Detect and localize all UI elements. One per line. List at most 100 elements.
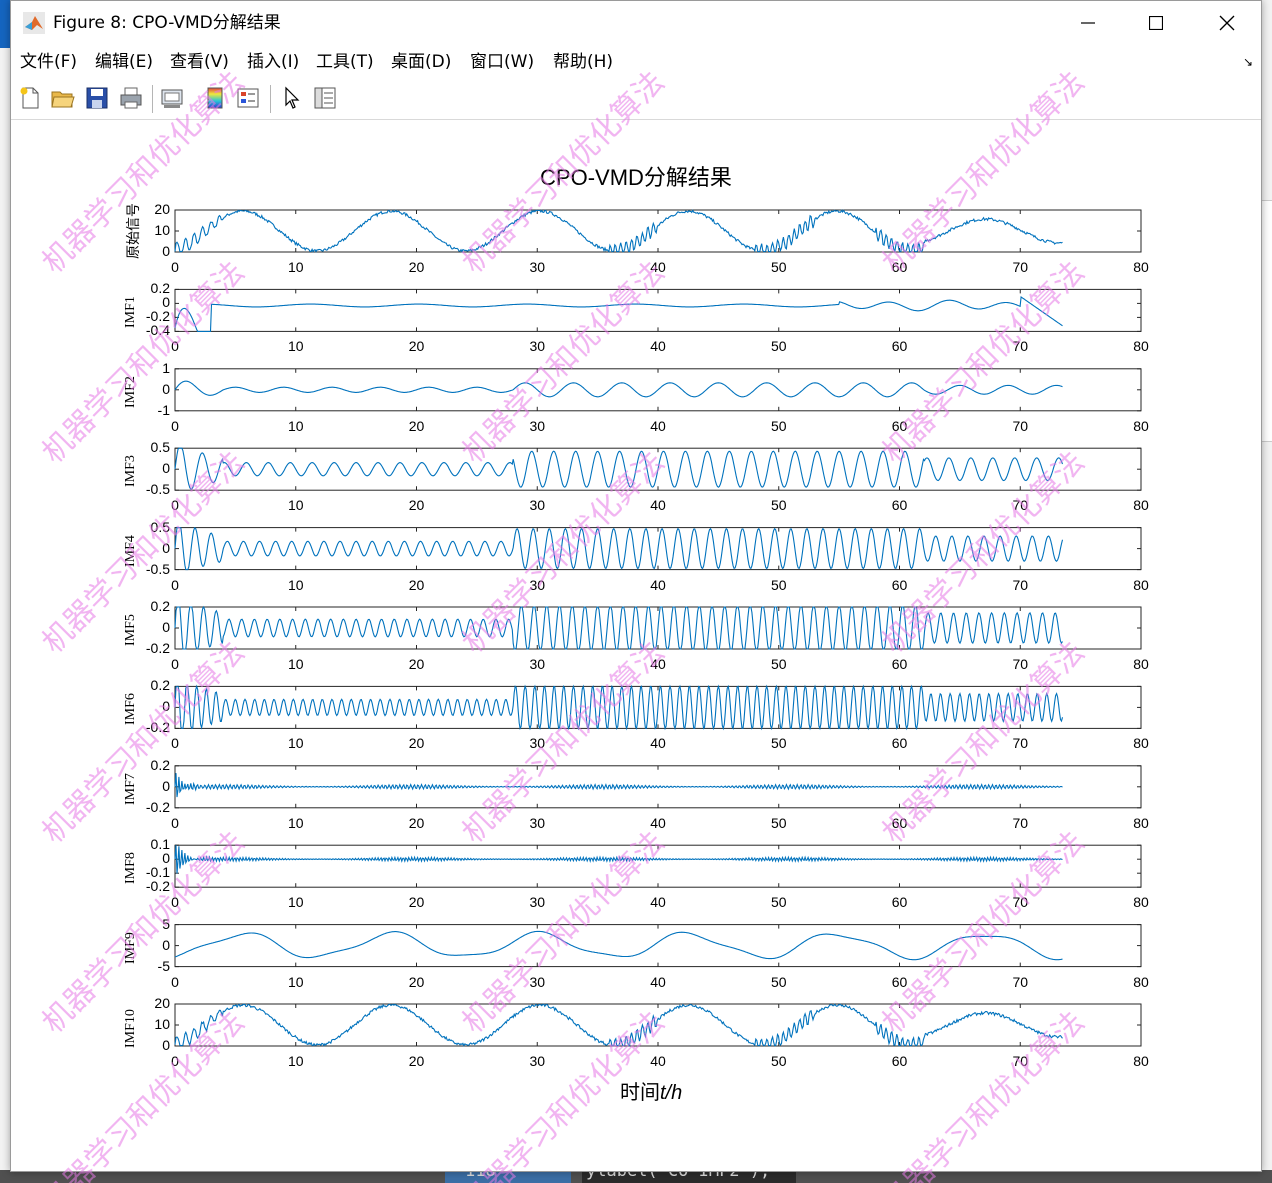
menu-bar: 文件(F) 编辑(E) 查看(V) 插入(I) 工具(T) 桌面(D) 窗口(W… — [11, 45, 1261, 79]
y-axis-label: IMF9 — [123, 931, 138, 964]
insert-colorbar-icon[interactable] — [202, 85, 228, 111]
x-tick-label: 30 — [529, 656, 546, 672]
x-tick-label: 40 — [650, 1053, 666, 1069]
x-tick-label: 10 — [287, 417, 304, 434]
open-file-icon[interactable] — [50, 85, 76, 111]
insert-legend-icon[interactable] — [235, 85, 261, 111]
x-tick-label: 40 — [650, 973, 666, 990]
link-plot-icon[interactable] — [159, 85, 185, 111]
x-tick-label: 0 — [171, 735, 179, 752]
figure-canvas[interactable]: CPO-VMD分解结果 0 10 20 30 40 50 60 70 80 20 10 0 原始信号 0 1… — [11, 120, 1261, 1171]
y-axis-label: IMF6 — [123, 693, 138, 726]
x-tick-label: 40 — [650, 417, 666, 434]
x-tick-label: 0 — [171, 973, 179, 990]
x-tick-label: 80 — [1133, 417, 1149, 434]
subplot-9[interactable] — [174, 844, 1142, 888]
x-tick-label: 60 — [891, 656, 908, 672]
x-tick-label: 80 — [1133, 259, 1149, 275]
new-figure-icon[interactable] — [17, 85, 43, 111]
x-tick-label: 10 — [287, 973, 304, 990]
x-tick-label: 30 — [529, 417, 546, 434]
menu-tools[interactable]: 工具(T) — [316, 45, 374, 79]
x-tick-label: 20 — [408, 338, 425, 355]
subplot-8[interactable] — [174, 765, 1142, 809]
window-title: Figure 8: CPO-VMD分解结果 — [53, 13, 281, 33]
print-icon[interactable] — [118, 85, 144, 111]
axes-box — [174, 209, 1142, 253]
x-tick-label: 30 — [529, 894, 546, 911]
subplot-1[interactable] — [174, 209, 1142, 253]
x-tick-label: 50 — [770, 417, 787, 434]
property-inspector-icon[interactable] — [312, 85, 338, 111]
x-tick-label: 80 — [1133, 1053, 1149, 1069]
x-tick-label: 20 — [408, 417, 425, 434]
x-tick-label: 0 — [171, 814, 179, 831]
y-tick-label: 5 — [162, 915, 170, 932]
x-tick-label: 50 — [770, 656, 787, 672]
x-tick-label: 80 — [1133, 656, 1149, 672]
background-panel-left — [0, 0, 10, 1183]
x-tick-label: 30 — [529, 576, 546, 593]
menu-edit[interactable]: 编辑(E) — [95, 45, 153, 79]
x-tick-label: 70 — [1012, 735, 1029, 752]
x-tick-label: 0 — [171, 497, 179, 514]
x-tick-label: 60 — [891, 973, 908, 990]
x-tick-label: 70 — [1012, 338, 1029, 355]
subplot-11[interactable] — [174, 1003, 1142, 1047]
y-axis-label: IMF5 — [123, 614, 138, 646]
x-tick-label: 10 — [287, 814, 304, 831]
x-tick-label: 0 — [171, 417, 179, 434]
subplot-10[interactable] — [174, 924, 1142, 968]
x-tick-label: 60 — [891, 1053, 908, 1069]
x-tick-label: 50 — [770, 497, 787, 514]
x-tick-label: 80 — [1133, 814, 1149, 831]
x-tick-label: 40 — [650, 735, 666, 752]
axes-box — [174, 844, 1142, 888]
menu-desktop[interactable]: 桌面(D) — [391, 45, 451, 79]
menu-help[interactable]: 帮助(H) — [553, 45, 613, 79]
figure-window: Figure 8: CPO-VMD分解结果 文件(F) 编辑(E) 查看(V) … — [10, 0, 1262, 1172]
x-tick-label: 20 — [408, 1053, 425, 1069]
x-tick-label: 30 — [529, 814, 546, 831]
subplots-svg — [174, 209, 1142, 1047]
subplot-5[interactable] — [174, 527, 1142, 571]
x-tick-label: 30 — [529, 973, 546, 990]
x-tick-label: 10 — [287, 497, 304, 514]
y-tick-label: 1 — [162, 359, 170, 376]
dock-arrow-icon[interactable]: ↘ — [1243, 55, 1253, 69]
x-tick-label: 70 — [1012, 894, 1029, 911]
subplot-4[interactable] — [174, 447, 1142, 491]
menu-insert[interactable]: 插入(I) — [247, 45, 299, 79]
menu-view[interactable]: 查看(V) — [170, 45, 229, 79]
x-tick-label: 80 — [1133, 973, 1149, 990]
minimize-icon — [1081, 22, 1095, 24]
save-icon[interactable] — [84, 85, 110, 111]
x-tick-label: 10 — [287, 735, 304, 752]
menu-window[interactable]: 窗口(W) — [470, 45, 534, 79]
x-tick-label: 20 — [408, 259, 425, 275]
x-tick-label: 0 — [171, 1053, 179, 1069]
x-tick-label: 20 — [408, 735, 425, 752]
close-button[interactable] — [1204, 1, 1250, 45]
maximize-button[interactable] — [1133, 1, 1179, 45]
title-bar[interactable]: Figure 8: CPO-VMD分解结果 — [11, 1, 1261, 45]
x-tick-label: 60 — [891, 814, 908, 831]
subplot-2[interactable] — [174, 288, 1142, 332]
x-tick-label: 80 — [1133, 497, 1149, 514]
subplot-6[interactable] — [174, 605, 1142, 650]
x-tick-label: 20 — [408, 497, 425, 514]
subplot-7[interactable] — [174, 684, 1142, 731]
x-tick-label: 70 — [1012, 259, 1029, 275]
y-tick-label: 0.2 — [150, 598, 170, 614]
subplot-3[interactable] — [174, 368, 1142, 412]
x-tick-label: 10 — [287, 259, 304, 275]
x-tick-label: 10 — [287, 576, 304, 593]
menu-file[interactable]: 文件(F) — [20, 45, 77, 79]
axes-box — [174, 288, 1142, 332]
edit-plot-icon[interactable] — [279, 85, 305, 111]
x-tick-label: 70 — [1012, 1053, 1029, 1069]
y-tick-label: 0.5 — [150, 439, 170, 456]
axes-box — [174, 924, 1142, 968]
minimize-button[interactable] — [1065, 1, 1111, 45]
y-axis-label: IMF10 — [123, 1008, 138, 1048]
